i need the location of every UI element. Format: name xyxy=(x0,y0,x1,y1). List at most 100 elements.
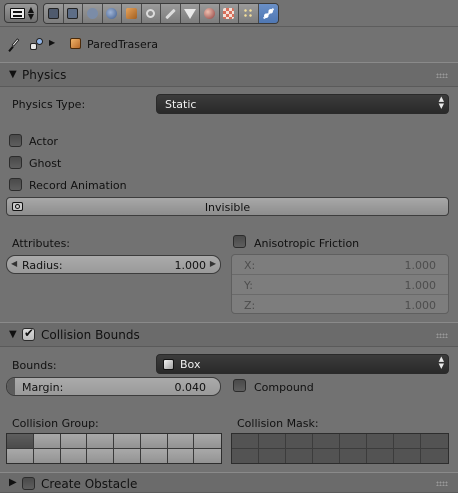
physics-icon xyxy=(262,8,274,19)
tab-scene[interactable] xyxy=(83,4,103,23)
invisible-toggle[interactable]: Invisible xyxy=(6,197,449,216)
object-name: ParedTrasera xyxy=(87,38,159,51)
up-down-arrows-icon: ▲ ▼ xyxy=(27,5,34,21)
collision-bounds-panel-header[interactable]: ▼ Collision Bounds xyxy=(0,322,458,347)
collision-mask-layer[interactable] xyxy=(394,434,421,449)
drag-handle-icon[interactable] xyxy=(436,73,448,78)
collision-group-label: Collision Group: xyxy=(12,417,99,430)
collision-group-layer[interactable] xyxy=(167,448,195,463)
collision-group-layer[interactable] xyxy=(87,434,114,449)
collision-group-layer[interactable] xyxy=(194,434,221,449)
compound-checkbox[interactable] xyxy=(233,379,246,392)
radius-field[interactable]: ◀ Radius: 1.000 ▶ xyxy=(6,255,221,274)
cube-icon xyxy=(163,359,174,370)
friction-x-label: X: xyxy=(244,259,256,272)
tab-render[interactable] xyxy=(44,4,64,23)
data-icon xyxy=(183,8,196,19)
physics-type-value: Static xyxy=(165,98,197,111)
ghost-label: Ghost xyxy=(29,157,62,170)
tab-particles[interactable] xyxy=(239,4,259,23)
tab-render-layers[interactable] xyxy=(63,4,83,23)
collision-group-layer[interactable] xyxy=(114,448,141,463)
collision-mask-layer[interactable] xyxy=(367,434,394,449)
tab-material[interactable] xyxy=(200,4,220,23)
collision-bounds-checkbox[interactable] xyxy=(22,326,35,341)
tab-constraints[interactable] xyxy=(141,4,161,23)
scene-objects-icon xyxy=(30,37,44,51)
collision-mask-layer[interactable] xyxy=(232,448,259,463)
material-icon xyxy=(203,8,215,19)
collision-group-layer[interactable] xyxy=(140,448,168,463)
tab-world[interactable] xyxy=(102,4,122,23)
collision-mask-layer[interactable] xyxy=(394,448,421,463)
physics-panel-header[interactable]: ▼ Physics xyxy=(0,62,458,87)
particles-icon xyxy=(242,8,254,19)
bounds-dropdown[interactable]: Box ▲ ▼ xyxy=(156,354,449,374)
increment-arrow-icon[interactable]: ▶ xyxy=(210,259,216,268)
create-obstacle-title: Create Obstacle xyxy=(41,477,138,491)
margin-label: Margin: xyxy=(22,381,64,394)
collision-mask-layer[interactable] xyxy=(286,448,313,463)
friction-z-field: Z: 1.000 xyxy=(232,295,448,315)
collision-mask-layer[interactable] xyxy=(259,448,286,463)
physics-type-dropdown[interactable]: Static ▲ ▼ xyxy=(156,94,449,114)
friction-z-value: 1.000 xyxy=(404,299,437,312)
collision-group-layer[interactable] xyxy=(60,434,88,449)
collision-mask-label: Collision Mask: xyxy=(237,417,319,430)
decrement-arrow-icon[interactable]: ◀ xyxy=(11,259,17,268)
tab-modifiers[interactable] xyxy=(161,4,181,23)
constraints-icon xyxy=(146,9,156,18)
collision-bounds-title: Collision Bounds xyxy=(41,328,140,342)
texture-icon xyxy=(223,8,235,19)
editor-type-button[interactable]: ▲ ▼ xyxy=(4,3,38,23)
collision-group-layer[interactable] xyxy=(60,448,88,463)
collision-group-layer[interactable] xyxy=(7,448,34,463)
anisotropic-friction-checkbox[interactable] xyxy=(233,235,246,248)
collision-mask-layer[interactable] xyxy=(421,434,448,449)
collision-mask-layer[interactable] xyxy=(340,448,367,463)
friction-y-label: Y: xyxy=(244,279,253,292)
create-obstacle-checkbox[interactable] xyxy=(22,477,35,490)
collision-mask-layer[interactable] xyxy=(313,434,340,449)
tab-object[interactable] xyxy=(122,4,142,23)
collision-group-layer[interactable] xyxy=(33,448,61,463)
collision-mask-layer[interactable] xyxy=(232,434,259,449)
collision-mask-layer[interactable] xyxy=(421,448,448,463)
drag-handle-icon[interactable] xyxy=(436,481,448,486)
collision-group-layer[interactable] xyxy=(87,448,114,463)
expand-triangle-icon: ▼ xyxy=(9,69,17,80)
record-animation-label: Record Animation xyxy=(29,179,127,192)
collision-group-layer[interactable] xyxy=(167,434,195,449)
radius-value: 1.000 xyxy=(174,259,207,272)
tab-physics[interactable] xyxy=(258,4,278,23)
bounds-value: Box xyxy=(180,358,201,371)
collision-mask-layer[interactable] xyxy=(367,448,394,463)
anisotropic-friction-vector: X: 1.000 Y: 1.000 Z: 1.000 xyxy=(231,254,449,314)
collision-mask-layer[interactable] xyxy=(340,434,367,449)
collision-group-layer[interactable] xyxy=(140,434,168,449)
collision-mask-grid xyxy=(231,433,449,464)
collision-mask-layer[interactable] xyxy=(313,448,340,463)
actor-label: Actor xyxy=(29,135,58,148)
collision-group-layer[interactable] xyxy=(114,434,141,449)
tab-data[interactable] xyxy=(180,4,200,23)
drag-handle-icon[interactable] xyxy=(436,333,448,338)
actor-checkbox[interactable] xyxy=(9,134,22,147)
pin-icon[interactable] xyxy=(8,38,22,52)
radius-label: Radius: xyxy=(22,259,63,272)
record-animation-checkbox[interactable] xyxy=(9,178,22,191)
breadcrumb: ▶ ParedTrasera xyxy=(0,27,458,63)
margin-field[interactable]: Margin: 0.040 xyxy=(6,377,221,396)
friction-z-label: Z: xyxy=(244,299,256,312)
collision-mask-layer[interactable] xyxy=(286,434,313,449)
invisible-label: Invisible xyxy=(204,201,251,214)
collision-group-layer[interactable] xyxy=(33,434,61,449)
collision-mask-layer[interactable] xyxy=(259,434,286,449)
collision-group-layer[interactable] xyxy=(7,434,34,449)
collision-group-grid xyxy=(6,433,222,464)
tab-texture[interactable] xyxy=(219,4,239,23)
ghost-checkbox[interactable] xyxy=(9,156,22,169)
physics-panel-title: Physics xyxy=(22,68,67,82)
create-obstacle-panel-header[interactable]: ▶ Create Obstacle xyxy=(0,472,458,493)
collision-group-layer[interactable] xyxy=(194,448,221,463)
